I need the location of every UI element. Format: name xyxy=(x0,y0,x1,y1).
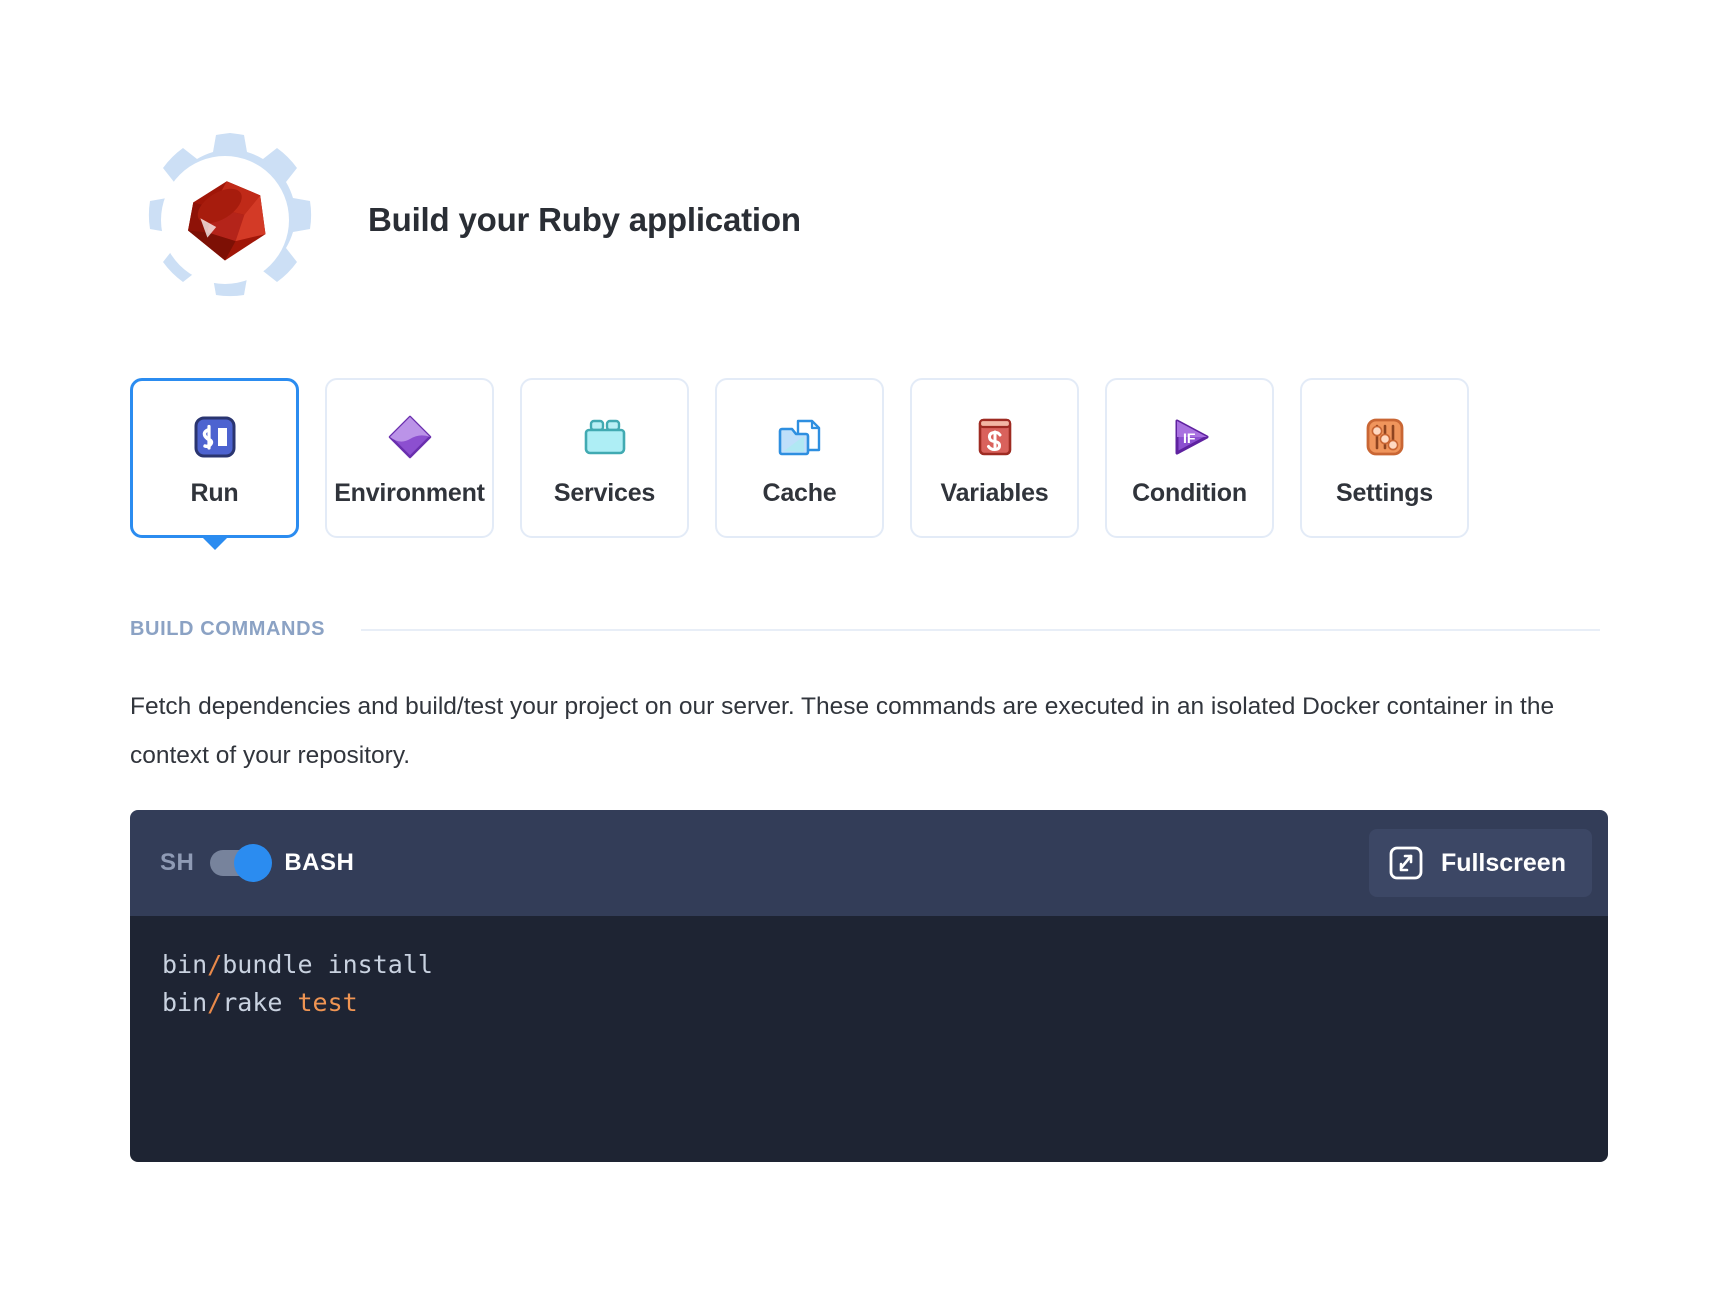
tab-bar: Run Environment Services Cache Variables… xyxy=(130,378,1469,550)
active-tab-caret xyxy=(199,535,230,550)
dollar-card-icon xyxy=(967,409,1023,465)
tab-settings[interactable]: Settings xyxy=(1300,378,1469,538)
tab-label: Settings xyxy=(1335,478,1434,507)
sliders-icon xyxy=(1357,409,1413,465)
tab-services[interactable]: Services xyxy=(520,378,689,538)
tab-label: Services xyxy=(553,478,656,507)
code-token: bin xyxy=(162,950,208,979)
section-divider xyxy=(361,628,1600,631)
code-token: / xyxy=(207,950,223,979)
ruby-gem-icon xyxy=(188,181,266,261)
expand-icon xyxy=(1389,846,1423,880)
code-token: bin xyxy=(162,988,208,1017)
tab-label: Cache xyxy=(762,478,837,507)
terminal-prompt-icon xyxy=(187,409,243,465)
build-settings-page: Build your Ruby application Run Environm… xyxy=(0,0,1712,1312)
tab-label: Variables xyxy=(940,478,1049,507)
code-token: rake xyxy=(222,988,298,1017)
code-token: bundle install xyxy=(222,950,433,979)
if-play-icon: IF xyxy=(1162,409,1218,465)
purple-diamond-icon xyxy=(382,409,438,465)
fullscreen-button[interactable]: Fullscreen xyxy=(1368,829,1592,897)
tab-label: Run xyxy=(190,478,239,507)
toggle-knob xyxy=(234,844,273,882)
editor-toolbar: SH BASH Fullscreen xyxy=(130,810,1608,916)
code-line: bin/bundle install xyxy=(162,946,1608,984)
toggle-off-label: SH xyxy=(160,849,195,876)
ruby-logo xyxy=(130,125,320,315)
section-description: Fetch dependencies and build/test your p… xyxy=(130,693,1555,769)
tab-label: Condition xyxy=(1132,478,1247,507)
page-title: Build your Ruby application xyxy=(368,201,801,238)
tab-condition[interactable]: IF Condition xyxy=(1105,378,1274,538)
code-token: test xyxy=(297,988,358,1017)
tab-run[interactable]: Run xyxy=(130,378,299,550)
code-token: / xyxy=(207,988,223,1017)
folder-document-icon xyxy=(772,409,828,465)
fullscreen-label: Fullscreen xyxy=(1440,848,1566,877)
tab-variables[interactable]: Variables xyxy=(910,378,1079,538)
toggle-on-label: BASH xyxy=(284,849,355,876)
crate-box-icon xyxy=(577,409,633,465)
tab-label: Environment xyxy=(334,478,485,507)
toggle-switch[interactable] xyxy=(210,844,273,882)
build-commands-heading: BUILD COMMANDS xyxy=(130,618,1600,641)
svg-text:IF: IF xyxy=(1183,430,1196,446)
shell-language-toggle[interactable]: SH BASH xyxy=(160,844,355,882)
code-editor-area[interactable]: bin/bundle install bin/rake test xyxy=(130,916,1608,1162)
command-editor: SH BASH Fullscreen bin/bundle install bin… xyxy=(130,810,1608,1162)
code-line: bin/rake test xyxy=(162,984,1608,1022)
tab-environment[interactable]: Environment xyxy=(325,378,494,538)
tab-cache[interactable]: Cache xyxy=(715,378,884,538)
page-header: Build your Ruby application xyxy=(130,125,801,315)
section-label: BUILD COMMANDS xyxy=(130,618,326,640)
